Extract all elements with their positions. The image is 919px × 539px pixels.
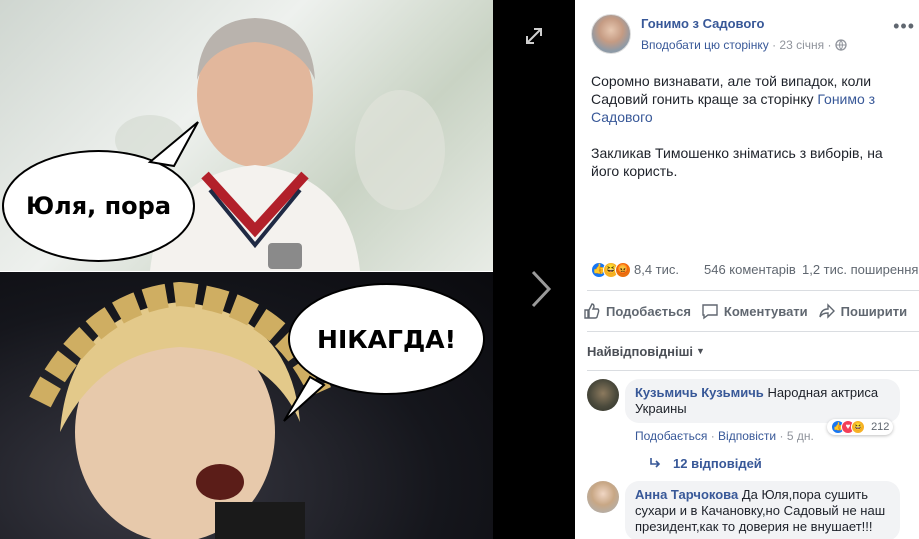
like-button[interactable]: Подобається: [583, 298, 691, 324]
divider: [587, 370, 919, 371]
post-actions: Подобається Коментувати Поширити: [583, 298, 919, 324]
commenter-avatar[interactable]: [587, 481, 619, 513]
post-date[interactable]: 23 січня: [779, 38, 824, 52]
comment-time[interactable]: 5 дн.: [787, 429, 814, 443]
next-photo-arrow-icon[interactable]: [530, 270, 552, 308]
post-panel: Гонимо з Садового Вподобати цю сторінку …: [575, 0, 919, 539]
meta-separator: ·: [827, 38, 835, 52]
comment-button-label: Коментувати: [723, 303, 808, 319]
replies-count: 12 відповідей: [673, 456, 762, 471]
comment-like-link[interactable]: Подобається: [635, 429, 707, 443]
page-avatar[interactable]: [591, 14, 631, 54]
comment-actions: Подобається · Відповісти · 5 дн.: [635, 429, 814, 443]
globe-icon: [835, 39, 847, 51]
reply-arrow-icon: [650, 458, 661, 468]
share-button[interactable]: Поширити: [818, 298, 907, 324]
post-meta: Вподобати цю сторінку · 23 січня ·: [641, 38, 847, 52]
page-name-link[interactable]: Гонимо з Садового: [641, 16, 765, 31]
haha-reaction-icon: 😆: [851, 420, 865, 434]
post-paragraph-2: Закликав Тимошенко зніматись з виборів, …: [591, 145, 883, 179]
commenter-avatar[interactable]: [587, 379, 619, 411]
meme-image: Юля, пора НІКАГДА!: [0, 0, 493, 539]
post-paragraph-1: Соромно визнавати, але той випадок, коли…: [591, 73, 876, 125]
comment-button[interactable]: Коментувати: [701, 298, 808, 324]
reactions-count: 8,4 тис.: [634, 262, 680, 278]
share-button-label: Поширити: [840, 303, 908, 319]
photo-viewer: Юля, пора НІКАГДА!: [0, 0, 575, 539]
shares-count-link[interactable]: 1,2 тис. поширення: [802, 262, 918, 277]
follow-page-link[interactable]: Вподобати цю сторінку: [641, 38, 769, 52]
chevron-down-icon: ▼: [696, 346, 705, 356]
speech-bubble-bottom-tail: [283, 375, 326, 422]
comments-count-link[interactable]: 546 коментарів: [704, 262, 796, 277]
comment-reaction-count: 212: [871, 420, 890, 433]
speech-bubble-top-tail: [147, 121, 199, 168]
post-header: Гонимо з Садового Вподобати цю сторінку …: [591, 14, 919, 54]
comment-bubble: Кузьмичь Кузьмичь Народная актриса Украи…: [625, 379, 900, 423]
more-options-icon[interactable]: •••: [893, 16, 915, 37]
comment-item: Кузьмичь Кузьмичь Народная актриса Украи…: [587, 379, 917, 479]
share-arrow-icon: [818, 303, 835, 319]
reactions-summary[interactable]: 👍😆😡 8,4 тис. 546 коментарів 1,2 тис. поши…: [591, 261, 919, 279]
comment-author-link[interactable]: Кузьмичь Кузьмичь: [635, 385, 764, 400]
divider: [587, 331, 919, 332]
comment-bubble: Анна Тарчокова Да Юля,пора сушить сухари…: [625, 481, 900, 539]
comment-item: Анна Тарчокова Да Юля,пора сушить сухари…: [587, 481, 917, 539]
post-body: Соромно визнавати, але той випадок, коли…: [591, 72, 901, 198]
angry-reaction-icon: 😡: [615, 261, 631, 278]
sort-label: Найвідповідніші: [587, 344, 694, 359]
comment-reply-link[interactable]: Відповісти: [718, 429, 776, 443]
expand-icon[interactable]: [524, 26, 544, 46]
comment-author-link[interactable]: Анна Тарчокова: [635, 487, 738, 502]
comment-icon: [702, 304, 718, 320]
comment-sort-dropdown[interactable]: Найвідповідніші ▼: [587, 344, 705, 359]
divider: [587, 290, 919, 291]
like-button-label: Подобається: [606, 303, 691, 319]
thumbs-up-icon: [584, 303, 600, 319]
comment-reactions[interactable]: 👍 ♥ 😆 212: [827, 419, 894, 435]
view-replies-link[interactable]: 12 відповідей: [649, 456, 762, 471]
